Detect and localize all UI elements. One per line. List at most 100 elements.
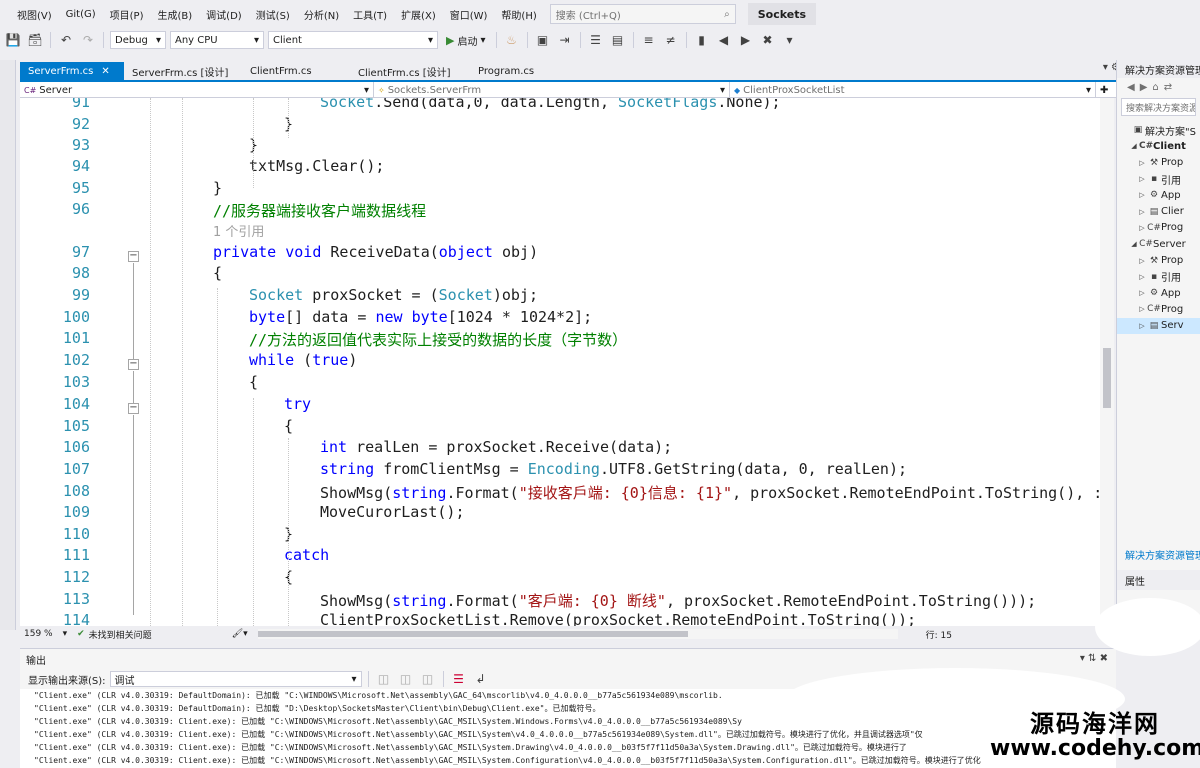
code-line[interactable]: Socket proxSocket = (Socket)obj;: [249, 286, 538, 304]
issues-status[interactable]: 未找到相关问题: [89, 628, 152, 641]
tree-item[interactable]: ▷ C# Prog: [1117, 301, 1200, 317]
tree-item[interactable]: ▷ C# Prog: [1117, 220, 1200, 236]
startup-project-dropdown[interactable]: Client ▾: [268, 31, 438, 49]
collapsed-arrow-icon[interactable]: ▷: [1137, 159, 1147, 167]
collapse-toggle[interactable]: −: [128, 403, 139, 414]
align-icon[interactable]: ☰: [587, 31, 605, 49]
solution-search-input[interactable]: 搜索解决方案资源管理器: [1121, 98, 1196, 116]
save-icon[interactable]: 💾: [4, 31, 22, 49]
menu-item[interactable]: 项目(P): [103, 7, 151, 22]
sync-icon[interactable]: ⇄: [1164, 82, 1172, 93]
code-line[interactable]: byte[] data = new byte[1024 * 1024*2];: [249, 308, 592, 326]
clear-all-icon[interactable]: ☰: [450, 670, 468, 688]
editor-vertical-scrollbar[interactable]: [1100, 98, 1114, 626]
start-button[interactable]: ▶ 启动 ▾: [442, 33, 490, 48]
code-line[interactable]: while (true): [249, 351, 357, 369]
next-message-icon[interactable]: ◫: [419, 670, 437, 688]
menu-item[interactable]: 窗口(W): [443, 7, 495, 22]
tab-document[interactable]: Program.cs: [470, 62, 560, 80]
expanded-arrow-icon[interactable]: ◢: [1129, 240, 1139, 248]
panel-controls[interactable]: ▾ ⇅ ✖: [1080, 653, 1108, 664]
tab-document[interactable]: ClientFrm.cs [设计]: [350, 62, 470, 80]
next-bookmark-icon[interactable]: ▶: [737, 31, 755, 49]
code-line[interactable]: {: [284, 417, 293, 435]
output-source-dropdown[interactable]: 调试 ▾: [109, 671, 362, 687]
save-all-icon[interactable]: 🗃: [26, 31, 44, 49]
redo-icon[interactable]: ↷: [79, 31, 97, 49]
tab-document[interactable]: ClientFrm.cs: [242, 62, 350, 80]
back-icon[interactable]: ◀: [1127, 82, 1135, 93]
word-wrap-icon[interactable]: ↲: [472, 670, 490, 688]
platform-dropdown[interactable]: Any CPU ▾: [170, 31, 264, 49]
code-editor[interactable]: 1 个引用 91 Socket.Send(data,0, data.Length,…: [20, 98, 1102, 626]
uncomment-icon[interactable]: ≠: [662, 31, 680, 49]
tab-document[interactable]: ServerFrm.cs [设计]: [124, 62, 242, 80]
menu-item[interactable]: 帮助(H): [494, 7, 543, 22]
tree-item[interactable]: ▷ ▤ Serv: [1117, 317, 1200, 334]
collapsed-arrow-icon[interactable]: ▷: [1137, 305, 1147, 313]
menu-item[interactable]: 测试(S): [249, 7, 297, 22]
menu-item[interactable]: 扩展(X): [394, 7, 443, 22]
camera-icon[interactable]: ▣: [534, 31, 552, 49]
close-icon[interactable]: ✕: [101, 66, 109, 77]
tree-item[interactable]: ▷ ⚒ Prop: [1117, 252, 1200, 268]
forward-icon[interactable]: ▶: [1140, 82, 1148, 93]
tree-item[interactable]: ▷ ⚙ App: [1117, 187, 1200, 203]
brush-icon[interactable]: 🖌▾: [232, 629, 248, 639]
tree-item[interactable]: ▷ ⚙ App: [1117, 285, 1200, 301]
bookmark-icon[interactable]: ▮: [693, 31, 711, 49]
home-icon[interactable]: ⌂: [1152, 82, 1158, 93]
project-dropdown[interactable]: C# Server ▾: [20, 82, 374, 98]
class-dropdown[interactable]: ✧ Sockets.ServerFrm ▾: [374, 82, 730, 98]
collapsed-arrow-icon[interactable]: ▷: [1137, 191, 1147, 199]
tree-item[interactable]: ◢ C# Client: [1117, 138, 1200, 154]
tree-item[interactable]: ▷ ⚒ Prop: [1117, 155, 1200, 171]
member-dropdown[interactable]: ◆ ClientProxSocketList ▾: [730, 82, 1096, 98]
toolbar-overflow-icon[interactable]: ▾: [781, 31, 799, 49]
collapsed-arrow-icon[interactable]: ▷: [1137, 208, 1147, 216]
code-line[interactable]: try: [284, 395, 311, 413]
code-line[interactable]: txtMsg.Clear();: [249, 157, 384, 175]
collapsed-arrow-icon[interactable]: ▷: [1137, 289, 1147, 297]
code-line[interactable]: private void ReceiveData(object obj): [213, 243, 538, 261]
search-input[interactable]: 搜索 (Ctrl+Q) ⌕: [549, 4, 736, 24]
tree-item[interactable]: ▷ ▪ 引用: [1117, 269, 1200, 285]
code-line[interactable]: ShowMsg(string.Format("接收客戶端: {0}信息: {1}…: [320, 482, 1102, 503]
flame-icon[interactable]: ♨: [503, 31, 521, 49]
code-line[interactable]: MoveCurorLast();: [320, 503, 465, 521]
code-line[interactable]: //服务器端接收客户端数据线程: [213, 200, 426, 221]
collapse-toggle[interactable]: −: [128, 251, 139, 262]
menu-item[interactable]: 调试(D): [199, 7, 249, 22]
collapse-toggle[interactable]: −: [128, 359, 139, 370]
editor-horizontal-scrollbar[interactable]: [257, 629, 898, 639]
code-line[interactable]: Socket.Send(data,0, data.Length, SocketF…: [320, 98, 781, 111]
configuration-dropdown[interactable]: Debug ▾: [110, 31, 166, 49]
code-line[interactable]: ClientProxSocketList.Remove(proxSocket.R…: [320, 611, 916, 626]
menu-item[interactable]: 工具(T): [346, 7, 394, 22]
tree-item[interactable]: ▣ 解决方案"S: [1117, 122, 1200, 138]
tree-item[interactable]: ▷ ▪ 引用: [1117, 171, 1200, 187]
split-editor-button[interactable]: ✚: [1096, 82, 1116, 98]
code-line[interactable]: int realLen = proxSocket.Receive(data);: [320, 438, 672, 456]
expanded-arrow-icon[interactable]: ◢: [1129, 142, 1139, 150]
code-line[interactable]: {: [213, 264, 222, 282]
code-line[interactable]: {: [249, 373, 258, 391]
clear-bookmarks-icon[interactable]: ✖: [759, 31, 777, 49]
tab-document[interactable]: ServerFrm.cs ✕: [20, 62, 124, 80]
prev-message-icon[interactable]: ◫: [397, 670, 415, 688]
tree-item[interactable]: ▷ ▤ Clier: [1117, 203, 1200, 219]
scroll-thumb[interactable]: [1103, 348, 1111, 408]
collapsed-arrow-icon[interactable]: ▷: [1137, 322, 1147, 330]
code-line[interactable]: catch: [284, 546, 329, 564]
step-icon[interactable]: ⇥: [556, 31, 574, 49]
undo-icon[interactable]: ↶: [57, 31, 75, 49]
code-line[interactable]: string fromClientMsg = Encoding.UTF8.Get…: [320, 460, 907, 478]
scroll-thumb[interactable]: [257, 631, 688, 637]
format-icon[interactable]: ▤: [609, 31, 627, 49]
collapsed-arrow-icon[interactable]: ▷: [1137, 224, 1147, 232]
solution-explorer-tab[interactable]: 解决方案资源管理器: [1125, 547, 1200, 562]
collapsed-arrow-icon[interactable]: ▷: [1137, 257, 1147, 265]
chevron-down-icon[interactable]: ▾: [63, 629, 68, 639]
menu-item[interactable]: 分析(N): [297, 7, 346, 22]
collapsed-arrow-icon[interactable]: ▷: [1137, 273, 1147, 281]
